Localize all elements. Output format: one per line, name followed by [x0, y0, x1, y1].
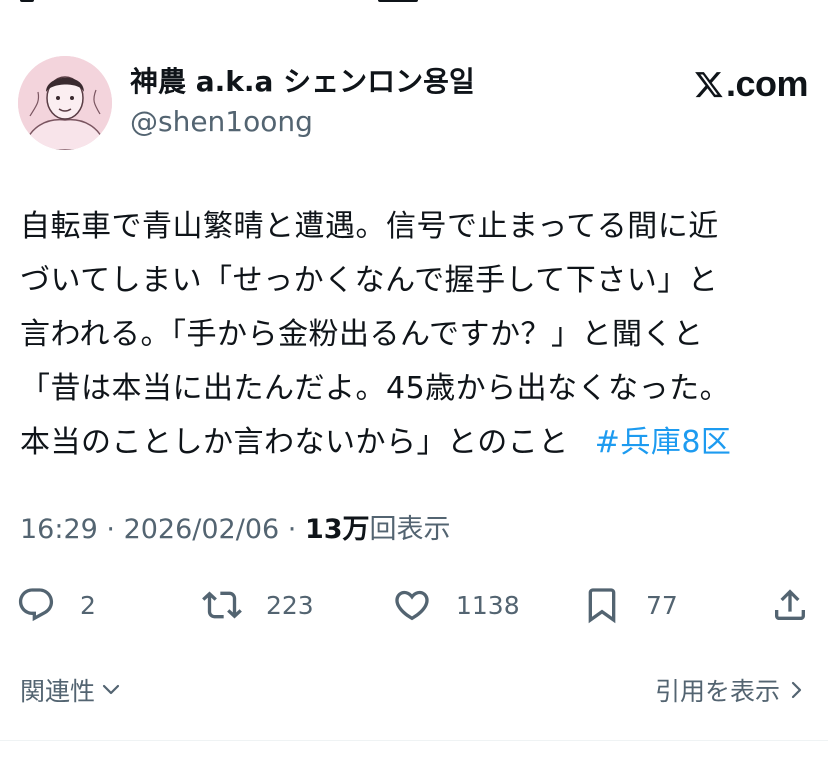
- related-sort-dropdown[interactable]: 関連性: [20, 668, 121, 712]
- meta-separator: ·: [97, 514, 124, 545]
- tweet-meta: 16:29 · 2026/02/06 · 13万回表示: [20, 510, 451, 550]
- tweet-footer: 関連性 引用を表示: [20, 668, 806, 712]
- chevron-down-icon: [102, 684, 120, 695]
- author-display-name[interactable]: 神農 a.k.a シェンロン용일: [130, 64, 475, 100]
- like-count: 1138: [456, 590, 520, 620]
- reply-icon: [18, 588, 54, 622]
- tweet-line: 自転車で青山繁晴と遭遇。信号で止まってる間に近: [20, 209, 719, 244]
- view-count: 13万: [304, 514, 370, 545]
- repost-icon: [202, 591, 242, 619]
- heart-icon: [395, 590, 429, 621]
- chevron-right-icon: [791, 681, 802, 699]
- reply-button[interactable]: 2: [16, 580, 96, 630]
- tweet-body: 自転車で青山繁晴と遭遇。信号で止まってる間に近 づいてしまい「せっかくなんで握手…: [20, 200, 808, 470]
- bookmark-icon: [588, 588, 616, 624]
- brand-label: .com: [725, 63, 809, 104]
- reply-count: 2: [80, 590, 96, 620]
- like-button[interactable]: 1138: [392, 580, 520, 630]
- tweet-line: 「昔は本当に出たんだよ。45歳から出なくなった。: [20, 371, 731, 406]
- bookmark-count: 77: [646, 590, 678, 620]
- related-label: 関連性: [20, 677, 96, 706]
- avatar-illustration: [18, 56, 112, 150]
- share-button[interactable]: [770, 580, 810, 630]
- author-handle[interactable]: @shen1oong: [130, 104, 313, 140]
- avatar[interactable]: [18, 56, 112, 150]
- tweet-line-last: 本当のことしか言わないから」とのこと #兵庫8区: [20, 416, 808, 470]
- divider: [0, 740, 828, 741]
- bookmark-button[interactable]: 77: [582, 580, 678, 630]
- tweet-line-text: 本当のことしか言わないから」とのこと: [20, 425, 569, 460]
- clipped-previous-content: [0, 0, 828, 8]
- share-icon: [775, 589, 805, 620]
- x-com-logo: .com: [694, 63, 809, 104]
- action-bar: 2 223 1138 77: [16, 580, 810, 630]
- tweet-date[interactable]: 2026/02/06: [124, 514, 280, 545]
- view-count-label: 回表示: [369, 514, 451, 545]
- meta-separator: ·: [279, 514, 305, 545]
- tweet-line: 言われる。「手から金粉出るんですか？」と聞くと: [20, 317, 704, 352]
- view-quotes-label: 引用を表示: [654, 677, 780, 706]
- x-logo-icon: [695, 72, 723, 98]
- repost-count: 223: [266, 590, 314, 620]
- view-quotes-link[interactable]: 引用を表示: [655, 668, 806, 712]
- repost-button[interactable]: 223: [202, 580, 314, 630]
- tweet-time[interactable]: 16:29: [20, 514, 98, 545]
- tweet-line: づいてしまい「せっかくなんで握手して下さい」と: [20, 263, 719, 298]
- hashtag-link[interactable]: #兵庫8区: [595, 425, 732, 460]
- tweet-header: 神農 a.k.a シェンロン용일 @shen1oong .com: [18, 54, 809, 154]
